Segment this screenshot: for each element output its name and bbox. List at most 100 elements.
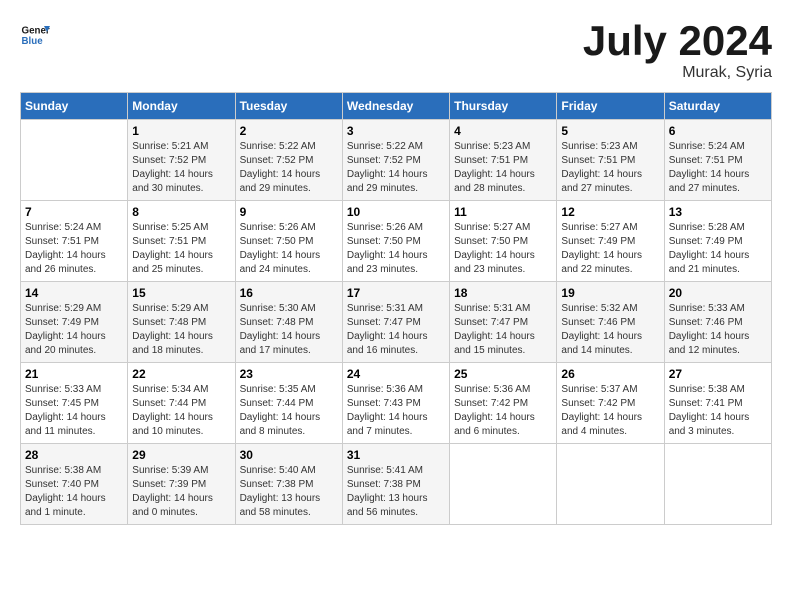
day-info: Sunrise: 5:26 AM Sunset: 7:50 PM Dayligh… xyxy=(240,221,338,277)
calendar-cell xyxy=(450,444,557,525)
calendar-cell: 23 Sunrise: 5:35 AM Sunset: 7:44 PM Dayli… xyxy=(235,363,342,444)
week-row-5: 28 Sunrise: 5:38 AM Sunset: 7:40 PM Dayli… xyxy=(21,444,772,525)
day-number: 2 xyxy=(240,124,338,138)
day-number: 14 xyxy=(25,286,123,300)
col-header-sunday: Sunday xyxy=(21,93,128,120)
calendar-cell: 29Sunrise: 5:39 AM Sunset: 7:39 PM Dayli… xyxy=(128,444,235,525)
col-header-saturday: Saturday xyxy=(664,93,771,120)
calendar-cell: 14 Sunrise: 5:29 AM Sunset: 7:49 PM Dayli… xyxy=(21,282,128,363)
calendar-cell: 16Sunrise: 5:30 AM Sunset: 7:48 PM Dayli… xyxy=(235,282,342,363)
day-number: 30 xyxy=(240,448,338,462)
day-info: Sunrise: 5:28 AM Sunset: 7:49 PM Dayligh… xyxy=(669,221,767,277)
calendar-cell: 25 Sunrise: 5:36 AM Sunset: 7:42 PM Dayli… xyxy=(450,363,557,444)
day-number: 24 xyxy=(347,367,445,381)
calendar-cell xyxy=(664,444,771,525)
day-number: 6 xyxy=(669,124,767,138)
day-info: Sunrise: 5:27 AM Sunset: 7:49 PM Dayligh… xyxy=(561,221,659,277)
calendar-cell: 27 Sunrise: 5:38 AM Sunset: 7:41 PM Dayli… xyxy=(664,363,771,444)
col-header-monday: Monday xyxy=(128,93,235,120)
day-info: Sunrise: 5:38 AM Sunset: 7:41 PM Dayligh… xyxy=(669,383,767,439)
day-number: 21 xyxy=(25,367,123,381)
calendar-cell: 24 Sunrise: 5:36 AM Sunset: 7:43 PM Dayli… xyxy=(342,363,449,444)
day-number: 26 xyxy=(561,367,659,381)
calendar-cell: 1 Sunrise: 5:21 AM Sunset: 7:52 PM Daylig… xyxy=(128,120,235,201)
calendar-cell: 5Sunrise: 5:23 AM Sunset: 7:51 PM Daylig… xyxy=(557,120,664,201)
calendar-cell: 28 Sunrise: 5:38 AM Sunset: 7:40 PM Dayli… xyxy=(21,444,128,525)
month-title: July 2024 xyxy=(583,20,772,62)
week-row-4: 21 Sunrise: 5:33 AM Sunset: 7:45 PM Dayli… xyxy=(21,363,772,444)
logo: General Blue xyxy=(20,20,50,50)
calendar-cell xyxy=(557,444,664,525)
day-info: Sunrise: 5:30 AM Sunset: 7:48 PM Dayligh… xyxy=(240,302,338,358)
day-number: 11 xyxy=(454,205,552,219)
week-row-1: 1 Sunrise: 5:21 AM Sunset: 7:52 PM Daylig… xyxy=(21,120,772,201)
day-number: 5 xyxy=(561,124,659,138)
day-number: 1 xyxy=(132,124,230,138)
day-info: Sunrise: 5:33 AM Sunset: 7:45 PM Dayligh… xyxy=(25,383,123,439)
col-header-tuesday: Tuesday xyxy=(235,93,342,120)
calendar-cell: 11 Sunrise: 5:27 AM Sunset: 7:50 PM Dayli… xyxy=(450,201,557,282)
day-info: Sunrise: 5:31 AM Sunset: 7:47 PM Dayligh… xyxy=(347,302,445,358)
day-number: 18 xyxy=(454,286,552,300)
day-info: Sunrise: 5:38 AM Sunset: 7:40 PM Dayligh… xyxy=(25,464,123,520)
header-row: SundayMondayTuesdayWednesdayThursdayFrid… xyxy=(21,93,772,120)
day-number: 19 xyxy=(561,286,659,300)
calendar-cell: 19 Sunrise: 5:32 AM Sunset: 7:46 PM Dayli… xyxy=(557,282,664,363)
day-info: Sunrise: 5:27 AM Sunset: 7:50 PM Dayligh… xyxy=(454,221,552,277)
calendar-cell: 9 Sunrise: 5:26 AM Sunset: 7:50 PM Daylig… xyxy=(235,201,342,282)
day-number: 9 xyxy=(240,205,338,219)
day-info: Sunrise: 5:21 AM Sunset: 7:52 PM Dayligh… xyxy=(132,140,230,196)
day-info: Sunrise: 5:23 AM Sunset: 7:51 PM Dayligh… xyxy=(454,140,552,196)
title-area: July 2024 Murak, Syria xyxy=(583,20,772,82)
header: General Blue July 2024 Murak, Syria xyxy=(20,20,772,82)
day-number: 8 xyxy=(132,205,230,219)
day-info: Sunrise: 5:33 AM Sunset: 7:46 PM Dayligh… xyxy=(669,302,767,358)
day-info: Sunrise: 5:35 AM Sunset: 7:44 PM Dayligh… xyxy=(240,383,338,439)
col-header-wednesday: Wednesday xyxy=(342,93,449,120)
day-info: Sunrise: 5:34 AM Sunset: 7:44 PM Dayligh… xyxy=(132,383,230,439)
calendar-cell: 18 Sunrise: 5:31 AM Sunset: 7:47 PM Dayli… xyxy=(450,282,557,363)
day-number: 28 xyxy=(25,448,123,462)
day-info: Sunrise: 5:41 AM Sunset: 7:38 PM Dayligh… xyxy=(347,464,445,520)
day-number: 12 xyxy=(561,205,659,219)
day-number: 25 xyxy=(454,367,552,381)
day-info: Sunrise: 5:32 AM Sunset: 7:46 PM Dayligh… xyxy=(561,302,659,358)
col-header-friday: Friday xyxy=(557,93,664,120)
day-number: 22 xyxy=(132,367,230,381)
day-number: 27 xyxy=(669,367,767,381)
logo-icon: General Blue xyxy=(20,20,50,50)
location-title: Murak, Syria xyxy=(583,64,772,82)
calendar-cell: 4 Sunrise: 5:23 AM Sunset: 7:51 PM Daylig… xyxy=(450,120,557,201)
calendar-cell: 22 Sunrise: 5:34 AM Sunset: 7:44 PM Dayli… xyxy=(128,363,235,444)
day-number: 10 xyxy=(347,205,445,219)
day-info: Sunrise: 5:36 AM Sunset: 7:42 PM Dayligh… xyxy=(454,383,552,439)
day-info: Sunrise: 5:22 AM Sunset: 7:52 PM Dayligh… xyxy=(240,140,338,196)
calendar-cell: 8Sunrise: 5:25 AM Sunset: 7:51 PM Daylig… xyxy=(128,201,235,282)
day-number: 17 xyxy=(347,286,445,300)
calendar-cell xyxy=(21,120,128,201)
day-info: Sunrise: 5:29 AM Sunset: 7:48 PM Dayligh… xyxy=(132,302,230,358)
calendar-cell: 2 Sunrise: 5:22 AM Sunset: 7:52 PM Daylig… xyxy=(235,120,342,201)
day-info: Sunrise: 5:22 AM Sunset: 7:52 PM Dayligh… xyxy=(347,140,445,196)
day-number: 23 xyxy=(240,367,338,381)
calendar-cell: 10 Sunrise: 5:26 AM Sunset: 7:50 PM Dayli… xyxy=(342,201,449,282)
calendar-cell: 6Sunrise: 5:24 AM Sunset: 7:51 PM Daylig… xyxy=(664,120,771,201)
day-number: 4 xyxy=(454,124,552,138)
calendar-cell: 15Sunrise: 5:29 AM Sunset: 7:48 PM Dayli… xyxy=(128,282,235,363)
day-info: Sunrise: 5:24 AM Sunset: 7:51 PM Dayligh… xyxy=(25,221,123,277)
day-info: Sunrise: 5:36 AM Sunset: 7:43 PM Dayligh… xyxy=(347,383,445,439)
col-header-thursday: Thursday xyxy=(450,93,557,120)
calendar-cell: 7 Sunrise: 5:24 AM Sunset: 7:51 PM Daylig… xyxy=(21,201,128,282)
calendar-cell: 20 Sunrise: 5:33 AM Sunset: 7:46 PM Dayli… xyxy=(664,282,771,363)
week-row-3: 14 Sunrise: 5:29 AM Sunset: 7:49 PM Dayli… xyxy=(21,282,772,363)
day-info: Sunrise: 5:31 AM Sunset: 7:47 PM Dayligh… xyxy=(454,302,552,358)
calendar-cell: 31Sunrise: 5:41 AM Sunset: 7:38 PM Dayli… xyxy=(342,444,449,525)
day-info: Sunrise: 5:29 AM Sunset: 7:49 PM Dayligh… xyxy=(25,302,123,358)
calendar-cell: 30Sunrise: 5:40 AM Sunset: 7:38 PM Dayli… xyxy=(235,444,342,525)
day-number: 20 xyxy=(669,286,767,300)
calendar-cell: 13Sunrise: 5:28 AM Sunset: 7:49 PM Dayli… xyxy=(664,201,771,282)
day-info: Sunrise: 5:39 AM Sunset: 7:39 PM Dayligh… xyxy=(132,464,230,520)
calendar-table: SundayMondayTuesdayWednesdayThursdayFrid… xyxy=(20,92,772,525)
day-info: Sunrise: 5:26 AM Sunset: 7:50 PM Dayligh… xyxy=(347,221,445,277)
day-number: 7 xyxy=(25,205,123,219)
